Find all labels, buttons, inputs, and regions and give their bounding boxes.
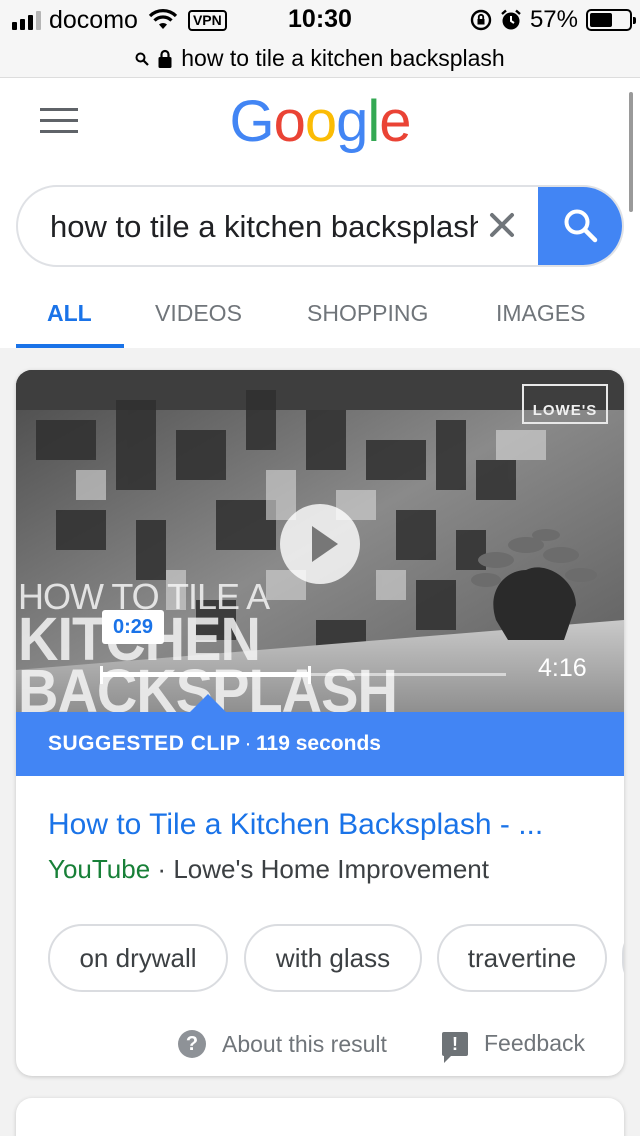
feedback-label: Feedback bbox=[484, 1030, 586, 1056]
clear-icon[interactable] bbox=[480, 203, 524, 247]
status-right: 57% bbox=[470, 6, 636, 34]
play-icon[interactable] bbox=[280, 504, 360, 584]
url-text: how to tile a kitchen backsplash bbox=[181, 45, 505, 71]
scrollbar[interactable] bbox=[629, 92, 633, 212]
clip-end-marker bbox=[308, 666, 311, 684]
suggested-clip-seconds: 119 seconds bbox=[256, 732, 381, 755]
lock-icon bbox=[158, 49, 172, 68]
clip-start-time: 0:29 bbox=[102, 610, 164, 644]
result-channel: Lowe's Home Improvement bbox=[173, 854, 489, 884]
feedback-button[interactable]: ! Feedback bbox=[442, 1030, 586, 1063]
tab-images[interactable]: IMAGES bbox=[496, 300, 585, 327]
battery-percent: 57% bbox=[529, 6, 578, 33]
logo-letter: g bbox=[336, 89, 368, 154]
suggested-clip-label: SUGGESTED CLIP bbox=[48, 732, 241, 755]
chip-with-glass[interactable]: with glass bbox=[244, 924, 422, 992]
search-button[interactable] bbox=[538, 187, 622, 265]
video-result-card: LOWE'S HOW TO TILE A KITCHEN BACKSPLASH … bbox=[16, 370, 624, 1076]
url-bar[interactable]: how to tile a kitchen backsplash bbox=[0, 40, 640, 78]
result-site: YouTube bbox=[48, 854, 151, 884]
lowes-logo: LOWE'S bbox=[522, 384, 608, 424]
search-icon bbox=[135, 52, 150, 66]
tab-all[interactable]: ALL bbox=[47, 300, 92, 327]
search-box: how to tile a kitchen backsplash bbox=[16, 185, 624, 267]
result-title-link[interactable]: How to Tile a Kitchen Backsplash - ... bbox=[48, 808, 608, 842]
about-this-result[interactable]: ? About this result bbox=[178, 1030, 387, 1058]
banner-separator: · bbox=[244, 732, 253, 755]
about-label: About this result bbox=[222, 1030, 387, 1057]
google-logo[interactable]: Google bbox=[0, 88, 640, 155]
tab-videos[interactable]: VIDEOS bbox=[155, 300, 242, 327]
logo-letter: l bbox=[367, 89, 380, 154]
search-tabs: ALL VIDEOS SHOPPING IMAGES bbox=[0, 282, 640, 348]
feedback-icon: ! bbox=[442, 1031, 468, 1063]
source-separator: · bbox=[157, 854, 167, 884]
chip-travertine[interactable]: travertine bbox=[437, 924, 607, 992]
clip-start-marker bbox=[100, 666, 103, 684]
chip-on-drywall[interactable]: on drywall bbox=[48, 924, 228, 992]
battery-icon bbox=[586, 9, 636, 31]
tab-shopping[interactable]: SHOPPING bbox=[307, 300, 428, 327]
suggested-clip-range bbox=[100, 672, 310, 677]
related-chips: on drywall with glass travertine bbox=[48, 924, 624, 992]
logo-letter: o bbox=[304, 89, 337, 154]
help-icon: ? bbox=[178, 1030, 206, 1058]
search-icon bbox=[564, 209, 598, 243]
rotation-lock-icon bbox=[470, 9, 492, 31]
video-thumbnail[interactable]: LOWE'S HOW TO TILE A KITCHEN BACKSPLASH … bbox=[16, 370, 624, 712]
result-source: YouTube · Lowe's Home Improvement bbox=[48, 854, 489, 885]
search-header: Google how to tile a kitchen backsplash … bbox=[0, 78, 640, 348]
next-result-card bbox=[16, 1098, 624, 1136]
logo-letter: e bbox=[379, 89, 411, 154]
logo-letter: G bbox=[229, 89, 274, 154]
logo-letter: o bbox=[273, 89, 306, 154]
active-tab-indicator bbox=[16, 344, 124, 348]
video-duration: 4:16 bbox=[538, 654, 587, 682]
status-bar: docomo VPN 10:30 57% bbox=[0, 0, 640, 40]
chip-overflow[interactable] bbox=[622, 924, 624, 992]
search-input[interactable]: how to tile a kitchen backsplash bbox=[50, 209, 478, 245]
clip-caret bbox=[190, 694, 226, 712]
suggested-clip-banner[interactable]: SUGGESTED CLIP · 119 seconds bbox=[16, 712, 624, 776]
alarm-icon bbox=[501, 9, 521, 30]
